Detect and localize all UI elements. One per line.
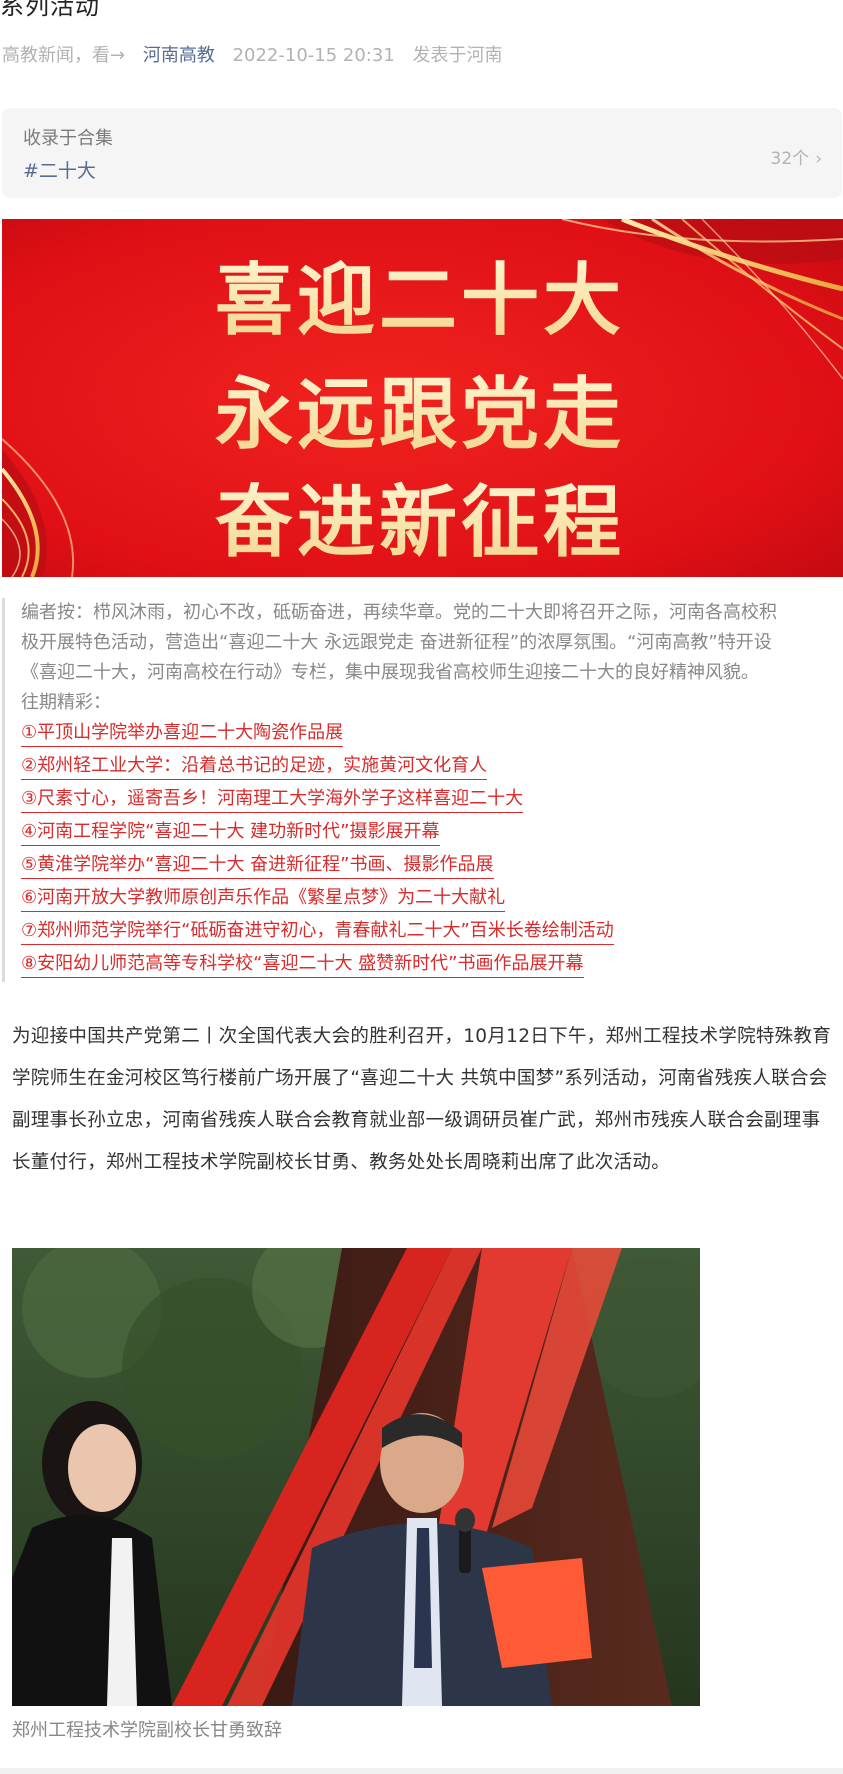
banner-line-2: 永远跟党走 — [215, 370, 625, 460]
account-link[interactable]: 河南高教 — [143, 45, 215, 66]
publish-datetime: 2022-10-15 20:31 — [232, 45, 395, 66]
collection-tag[interactable]: #二十大 — [23, 156, 96, 183]
editor-note: 编者按：栉风沐雨，初心不改，砥砺奋进，再续华章。党的二十大即将召开之际，河南各高… — [2, 598, 843, 982]
article-meta: 高教新闻，看→ 河南高教 2022-10-15 20:31 发表于河南 — [2, 41, 515, 67]
collection-label: 收录于合集 — [23, 128, 113, 149]
collection-count-text: 32个 — [770, 149, 810, 169]
editor-note-line: 极开展特色活动，营造出“喜迎二十大 永远跟党走 奋进新征程”的浓厚氛围。“河南高… — [21, 632, 772, 653]
past-article-link[interactable]: ④河南工程学院“喜迎二十大 建功新时代”摄影展开幕 — [21, 819, 440, 846]
banner-image: 喜迎二十大 永远跟党走 奋进新征程 — [2, 219, 843, 577]
event-photo[interactable] — [12, 1248, 700, 1706]
chevron-right-icon: › — [815, 149, 822, 169]
publish-location: 发表于河南 — [412, 45, 503, 66]
collection-count[interactable]: 32个 › — [771, 144, 822, 169]
article-title: 系列活动 — [0, 0, 100, 20]
banner-line-3: 奋进新征程 — [215, 478, 625, 568]
banner-line-1: 喜迎二十大 — [215, 256, 625, 346]
photo-caption: 郑州工程技术学院副校长甘勇致辞 — [12, 1720, 282, 1741]
past-label: 往期精彩： — [21, 692, 111, 713]
source-label: 高教新闻，看→ — [2, 45, 126, 66]
past-article-link[interactable]: ⑦郑州师范学院举行“砥砺奋进守初心，青春献礼二十大”百米长卷绘制活动 — [21, 918, 614, 945]
divider — [0, 1768, 843, 1774]
past-article-link[interactable]: ⑥河南开放大学教师原创声乐作品《繁星点梦》为二十大献礼 — [21, 885, 506, 912]
collection-card[interactable]: 收录于合集 #二十大 32个 › — [2, 108, 842, 198]
past-article-link[interactable]: ②郑州轻工业大学：沿着总书记的足迹，实施黄河文化育人 — [21, 753, 488, 780]
editor-note-line: 《喜迎二十大，河南高校在行动》专栏，集中展现我省高校师生迎接二十大的良好精神风貌… — [21, 662, 759, 683]
editor-note-line: 编者按：栉风沐雨，初心不改，砥砺奋进，再续华章。党的二十大即将召开之际，河南各高… — [21, 602, 777, 623]
past-article-link[interactable]: ③尺素寸心，遥寄吾乡！河南理工大学海外学子这样喜迎二十大 — [21, 786, 524, 813]
past-article-link[interactable]: ⑧安阳幼儿师范高等专科学校“喜迎二十大 盛赞新时代”书画作品展开幕 — [21, 951, 584, 978]
past-article-link[interactable]: ①平顶山学院举办喜迎二十大陶瓷作品展 — [21, 720, 344, 747]
event-photo-graphic — [12, 1248, 700, 1706]
body-paragraph: 为迎接中国共产党第二丨次全国代表大会的胜利召开，10月12日下午，郑州工程技术学… — [12, 1026, 832, 1173]
banner-graphic: 喜迎二十大 永远跟党走 奋进新征程 — [2, 219, 843, 577]
past-article-link[interactable]: ⑤黄淮学院举办“喜迎二十大 奋进新征程”书画、摄影作品展 — [21, 852, 494, 879]
